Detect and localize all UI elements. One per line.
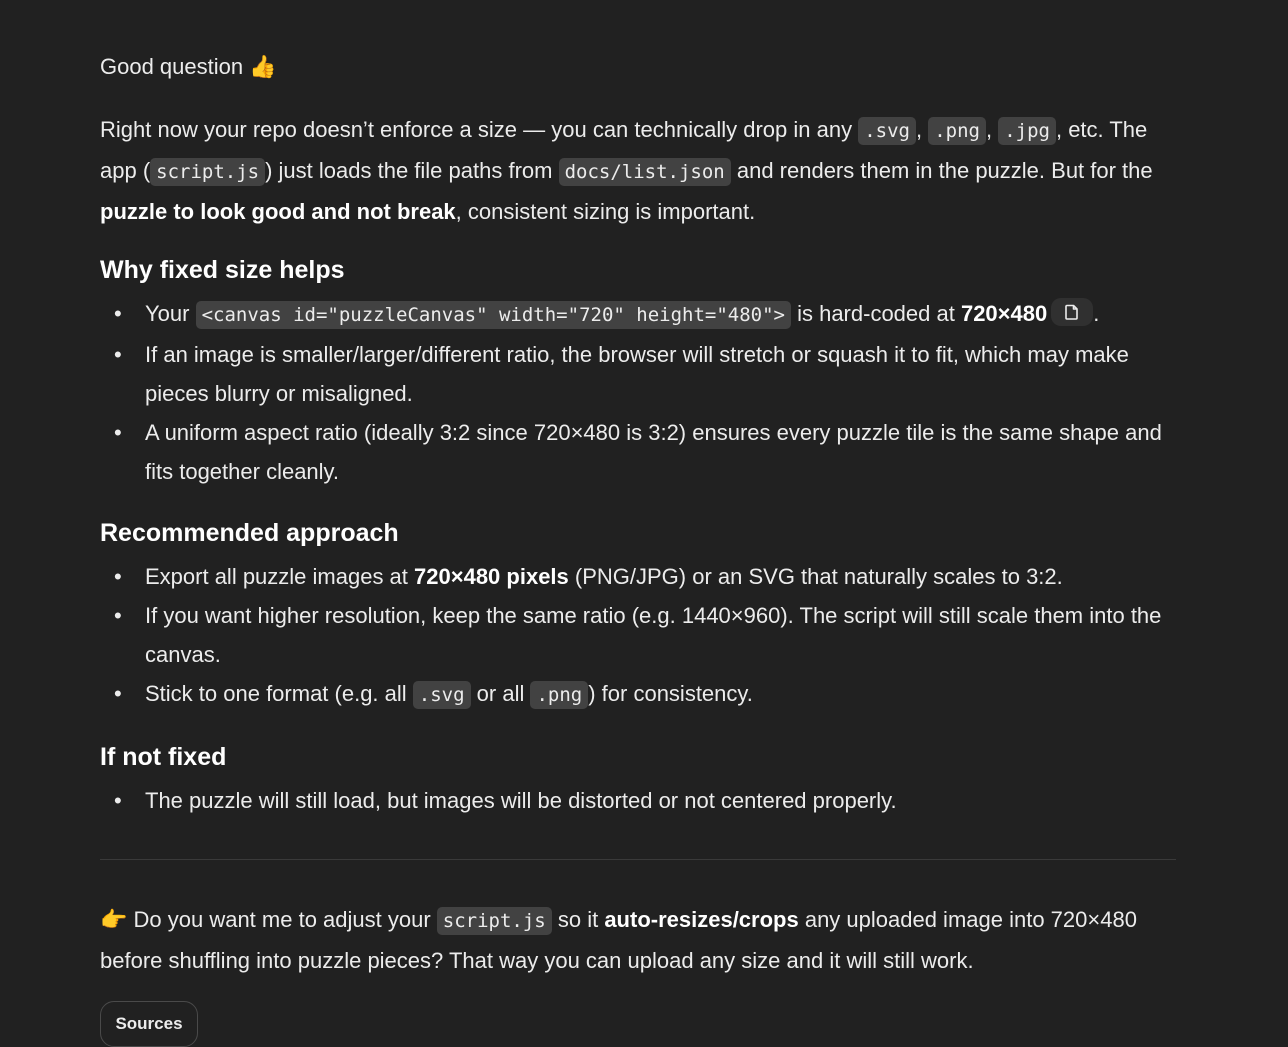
not-fixed-list: The puzzle will still load, but images w… xyxy=(100,781,1176,820)
inline-code-canvas: <canvas id="puzzleCanvas" width="720" he… xyxy=(195,301,791,329)
sources-label: Sources xyxy=(115,1014,183,1033)
list-item: If you want higher resolution, keep the … xyxy=(100,596,1176,674)
list-item: Your <canvas id="puzzleCanvas" width="72… xyxy=(100,294,1176,335)
why-b1-end: . xyxy=(1093,301,1100,326)
cta-bold: auto-resizes/crops xyxy=(604,907,799,932)
inline-code-svg: .svg xyxy=(412,681,471,709)
inline-code-png: .png xyxy=(530,681,589,709)
intro-sep-1: , xyxy=(915,117,929,142)
rec-b3-post: ) for consistency. xyxy=(588,681,753,706)
list-item: Stick to one format (e.g. all .svg or al… xyxy=(100,674,1176,715)
rec-b1-post: (PNG/JPG) or an SVG that naturally scale… xyxy=(568,564,1063,589)
inline-code-script: script.js xyxy=(436,907,552,935)
divider xyxy=(100,859,1176,860)
cta-text-1: 👉 Do you want me to adjust your xyxy=(100,907,437,932)
heading-if-not-fixed: If not fixed xyxy=(100,743,227,771)
rec-b1-bold: 720×480 pixels xyxy=(414,564,569,589)
intro-paragraph: Right now your repo doesn’t enforce a si… xyxy=(100,110,1176,231)
list-item: The puzzle will still load, but images w… xyxy=(100,781,1176,820)
rec-b3-mid: or all xyxy=(470,681,531,706)
why-list: Your <canvas id="puzzleCanvas" width="72… xyxy=(100,294,1176,491)
why-b1-mid: is hard-coded at xyxy=(790,301,961,326)
copy-icon xyxy=(1065,304,1079,320)
intro-bold: puzzle to look good and not break xyxy=(100,199,456,224)
inline-code-list-json: docs/list.json xyxy=(558,158,731,186)
intro-text-5: , consistent sizing is important. xyxy=(455,199,756,224)
intro-text-1: Right now your repo doesn’t enforce a si… xyxy=(100,117,859,142)
list-item: If an image is smaller/larger/different … xyxy=(100,335,1176,413)
copy-button[interactable] xyxy=(1051,298,1094,327)
intro-sep-2: , xyxy=(985,117,999,142)
heading-recommended: Recommended approach xyxy=(100,519,399,547)
why-b1-pre: Your xyxy=(145,301,196,326)
sources-button[interactable]: Sources xyxy=(100,1001,198,1047)
list-item: A uniform aspect ratio (ideally 3:2 sinc… xyxy=(100,413,1176,491)
intro-text-4: and renders them in the puzzle. But for … xyxy=(730,158,1153,183)
rec-b3-pre: Stick to one format (e.g. all xyxy=(145,681,413,706)
rec-b1-pre: Export all puzzle images at xyxy=(145,564,415,589)
inline-code-svg: .svg xyxy=(858,117,916,145)
followup-paragraph: 👉 Do you want me to adjust your script.j… xyxy=(100,900,1176,980)
cta-text-2: so it xyxy=(551,907,605,932)
list-item: Export all puzzle images at 720×480 pixe… xyxy=(100,557,1176,596)
why-b1-bold: 720×480 xyxy=(960,301,1048,326)
inline-code-png: .png xyxy=(928,117,986,145)
greeting-text: Good question 👍 xyxy=(100,54,277,79)
inline-code-script: script.js xyxy=(150,158,266,186)
heading-why-fixed: Why fixed size helps xyxy=(100,256,345,284)
recommended-list: Export all puzzle images at 720×480 pixe… xyxy=(100,557,1176,715)
inline-code-jpg: .jpg xyxy=(998,117,1056,145)
intro-text-3: ) just loads the file paths from xyxy=(265,158,559,183)
